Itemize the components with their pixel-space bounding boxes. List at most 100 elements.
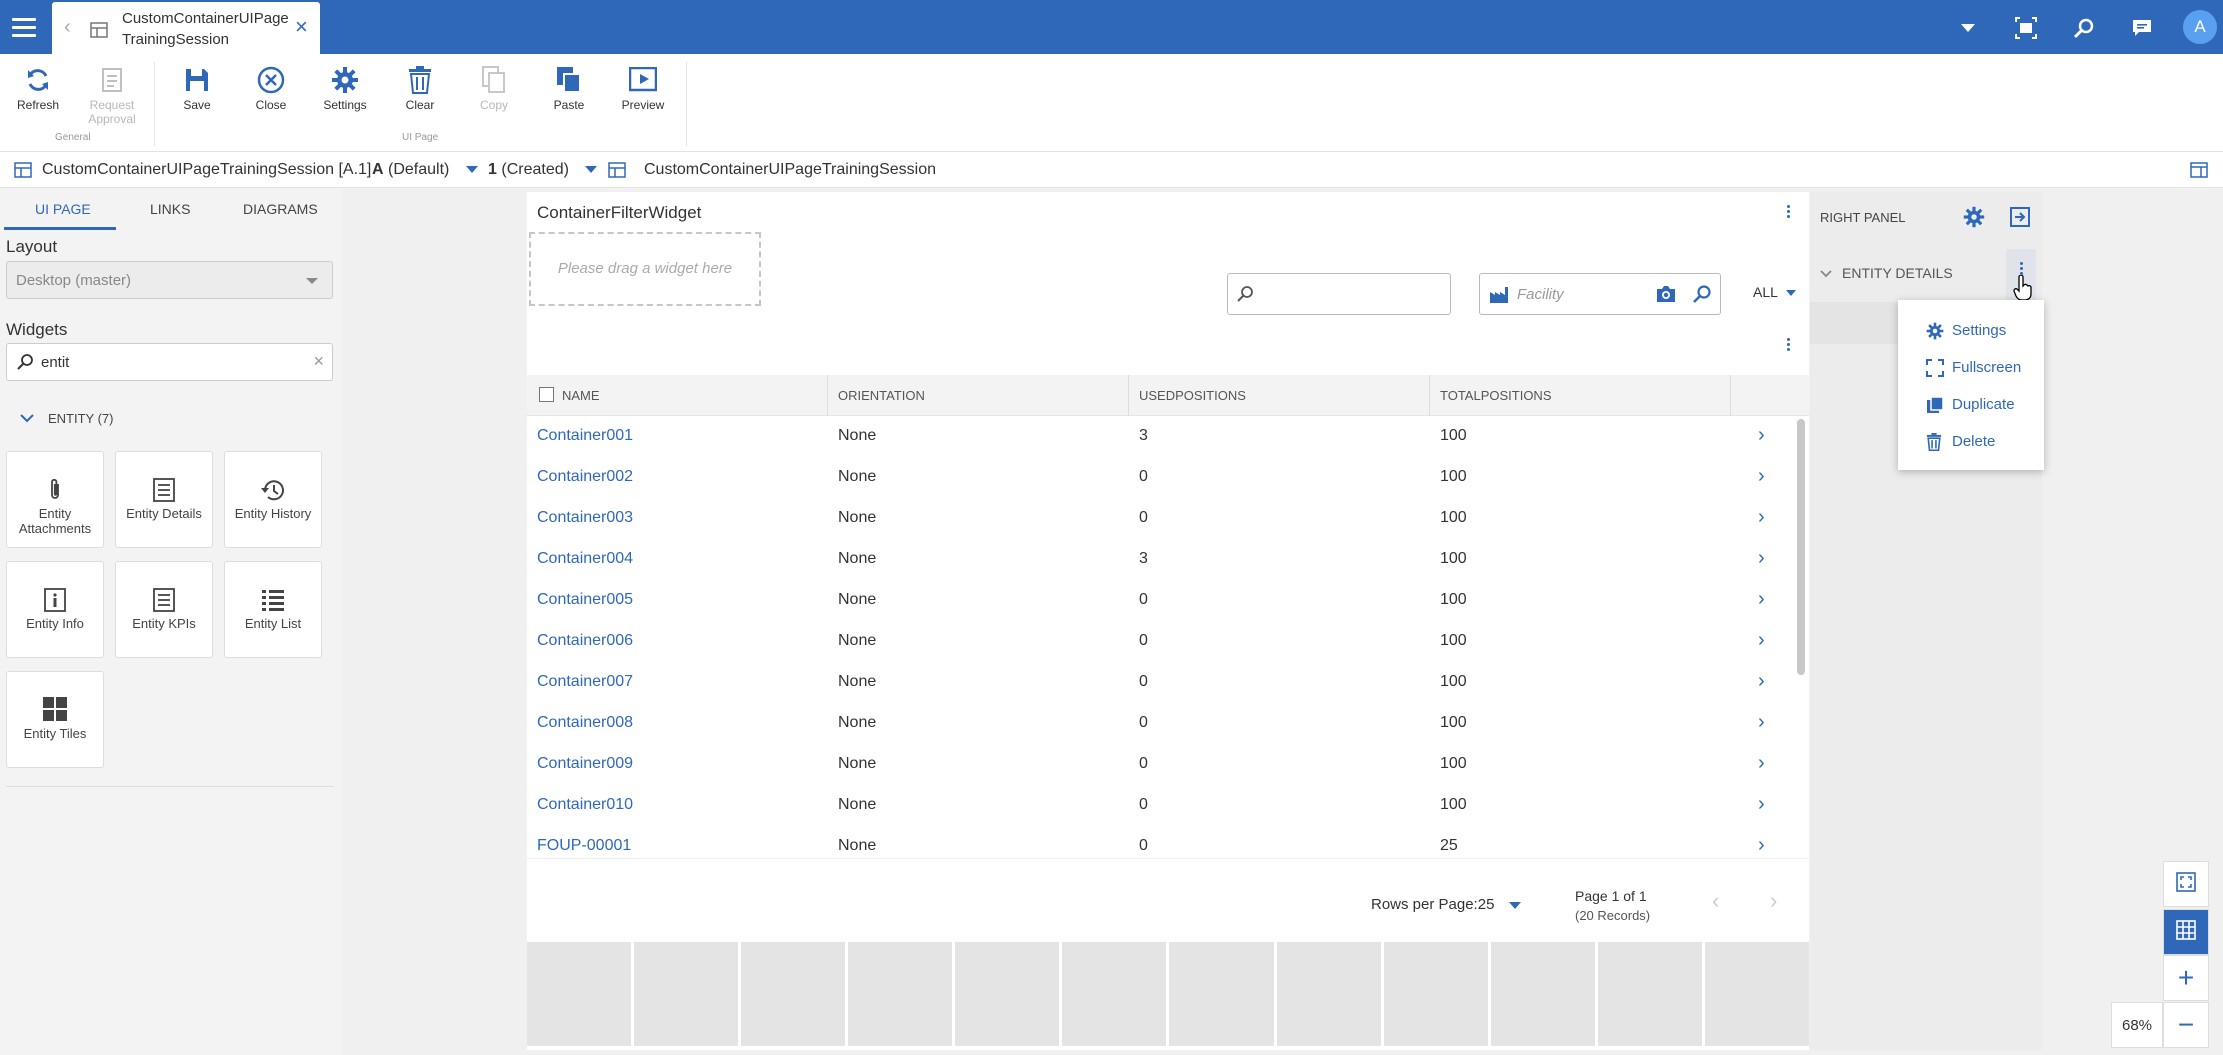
collapse-panel-icon[interactable] — [2010, 207, 2030, 232]
cell-name[interactable]: Container002 — [537, 468, 633, 486]
widget-slot[interactable] — [1597, 942, 1702, 1046]
preview-button[interactable]: Preview — [608, 62, 678, 112]
chat-icon[interactable] — [2127, 13, 2157, 43]
cell-name[interactable]: Container005 — [537, 591, 633, 609]
facility-field[interactable]: Facility — [1479, 273, 1721, 315]
settings-button[interactable]: Settings — [310, 62, 380, 112]
row-open-chevron-icon[interactable]: › — [1758, 834, 1765, 857]
widget-dropzone[interactable]: Please drag a widget here — [529, 232, 761, 306]
camera-icon[interactable] — [1656, 285, 1676, 308]
table-search-input[interactable] — [1227, 273, 1451, 315]
panel-toggle-icon[interactable] — [2190, 162, 2208, 183]
widget-slot[interactable] — [1062, 942, 1167, 1046]
column-header-totalpositions[interactable]: TOTALPOSITIONS — [1440, 388, 1551, 403]
table-row[interactable]: Container006 None 0 100 › — [527, 621, 1809, 662]
row-open-chevron-icon[interactable]: › — [1758, 793, 1765, 816]
zoom-in-button[interactable]: + — [2163, 955, 2209, 1001]
table-row[interactable]: Container004 None 3 100 › — [527, 539, 1809, 580]
tab-ui-page[interactable]: UI PAGE — [35, 201, 91, 217]
row-open-chevron-icon[interactable]: › — [1758, 752, 1765, 775]
cell-name[interactable]: Container009 — [537, 755, 633, 773]
request-approval-button[interactable]: Request Approval — [77, 62, 147, 126]
menu-item-duplicate[interactable]: Duplicate — [1926, 394, 2046, 420]
table-row[interactable]: Container007 None 0 100 › — [527, 662, 1809, 703]
table-row[interactable]: Container002 None 0 100 › — [527, 457, 1809, 498]
save-button[interactable]: Save — [162, 62, 232, 112]
row-open-chevron-icon[interactable]: › — [1758, 670, 1765, 693]
next-page-icon[interactable]: › — [1770, 888, 1777, 914]
layout-select[interactable]: Desktop (master) — [6, 261, 333, 299]
grid-toggle-button[interactable] — [2163, 909, 2209, 955]
widget-more-icon[interactable] — [1785, 205, 1791, 218]
table-row[interactable]: Container005 None 0 100 › — [527, 580, 1809, 621]
row-open-chevron-icon[interactable]: › — [1758, 547, 1765, 570]
paste-button[interactable]: Paste — [534, 62, 604, 112]
cell-name[interactable]: Container003 — [537, 509, 633, 527]
row-open-chevron-icon[interactable]: › — [1758, 506, 1765, 529]
widget-tile-entity-kpis[interactable]: Entity KPIs — [115, 561, 213, 658]
select-all-checkbox[interactable] — [539, 387, 554, 402]
page-tab[interactable]: ‹ CustomContainerUIPageTrainingSession × — [52, 2, 320, 54]
refresh-button[interactable]: Refresh — [3, 62, 73, 112]
revision-dropdown[interactable]: 1 (Created) — [488, 161, 598, 179]
widget-tile-entity-info[interactable]: Entity Info — [6, 561, 104, 658]
column-header-name[interactable]: NAME — [562, 388, 600, 403]
widget-slot[interactable] — [634, 942, 739, 1046]
widget-slot[interactable] — [1276, 942, 1381, 1046]
widget-tile-entity-list[interactable]: Entity List — [224, 561, 322, 658]
tab-links[interactable]: LINKS — [150, 201, 190, 217]
row-open-chevron-icon[interactable]: › — [1758, 629, 1765, 652]
clear-button[interactable]: Clear — [385, 62, 455, 112]
widgets-search-input[interactable]: entit × — [6, 343, 333, 381]
widget-tile-entity-tiles[interactable]: Entity Tiles — [6, 671, 104, 768]
menu-item-settings[interactable]: Settings — [1926, 320, 2046, 346]
breadcrumb-page[interactable]: CustomContainerUIPageTrainingSession — [644, 161, 936, 179]
table-row[interactable]: Container001 None 3 100 › — [527, 416, 1809, 457]
widget-slot[interactable] — [741, 942, 846, 1046]
widget-slot[interactable] — [1704, 942, 1809, 1046]
close-button[interactable]: Close — [236, 62, 306, 112]
clear-search-icon[interactable]: × — [313, 351, 324, 372]
widget-slot[interactable] — [848, 942, 953, 1046]
version-dropdown[interactable]: A (Default) — [372, 161, 478, 179]
widget-slot[interactable] — [1169, 942, 1274, 1046]
zoom-out-button[interactable]: − — [2163, 1002, 2209, 1048]
row-open-chevron-icon[interactable]: › — [1758, 711, 1765, 734]
hamburger-menu-icon[interactable] — [0, 0, 48, 54]
cell-name[interactable]: Container010 — [537, 796, 633, 814]
search-icon[interactable] — [1692, 284, 1712, 309]
cell-name[interactable]: FOUP-00001 — [537, 837, 631, 855]
widget-slot[interactable] — [1490, 942, 1595, 1046]
row-open-chevron-icon[interactable]: › — [1758, 465, 1765, 488]
cell-name[interactable]: Container008 — [537, 714, 633, 732]
focus-mode-icon[interactable] — [2011, 13, 2041, 43]
copy-button[interactable]: Copy — [459, 62, 529, 112]
container-filter-widget[interactable]: ContainerFilterWidget Please drag a widg… — [527, 192, 1809, 1050]
widget-tile-entity-attachments[interactable]: Entity Attachments — [6, 451, 104, 548]
table-scrollbar[interactable] — [1797, 419, 1805, 675]
cell-name[interactable]: Container006 — [537, 632, 633, 650]
table-row[interactable]: Container010 None 0 100 › — [527, 785, 1809, 826]
widget-tile-entity-history[interactable]: Entity History — [224, 451, 322, 548]
row-open-chevron-icon[interactable]: › — [1758, 424, 1765, 447]
cell-name[interactable]: Container007 — [537, 673, 633, 691]
widget-slot[interactable] — [955, 942, 1060, 1046]
filter-all-dropdown[interactable]: ALL — [1753, 284, 1797, 300]
entity-details-section[interactable]: ENTITY DETAILS — [1820, 265, 1953, 281]
column-header-usedpositions[interactable]: USEDPOSITIONS — [1139, 388, 1246, 403]
table-row[interactable]: Container008 None 0 100 › — [527, 703, 1809, 744]
table-row[interactable]: FOUP-00001 None 0 25 › — [527, 826, 1809, 867]
table-row[interactable]: Container009 None 0 100 › — [527, 744, 1809, 785]
column-header-orientation[interactable]: ORIENTATION — [838, 388, 925, 403]
table-row[interactable]: Container003 None 0 100 › — [527, 498, 1809, 539]
widget-slot[interactable] — [527, 942, 632, 1046]
entity-group-header[interactable]: ENTITY (7) — [20, 411, 114, 426]
table-more-icon[interactable] — [1785, 338, 1791, 351]
tab-close-icon[interactable]: × — [295, 14, 308, 40]
search-icon[interactable] — [2069, 13, 2099, 43]
user-avatar[interactable]: A — [2183, 10, 2217, 44]
dropdown-caret-icon[interactable] — [1953, 13, 1983, 43]
gear-icon[interactable] — [1963, 206, 1985, 233]
row-open-chevron-icon[interactable]: › — [1758, 588, 1765, 611]
tab-back-icon[interactable]: ‹ — [64, 16, 71, 39]
